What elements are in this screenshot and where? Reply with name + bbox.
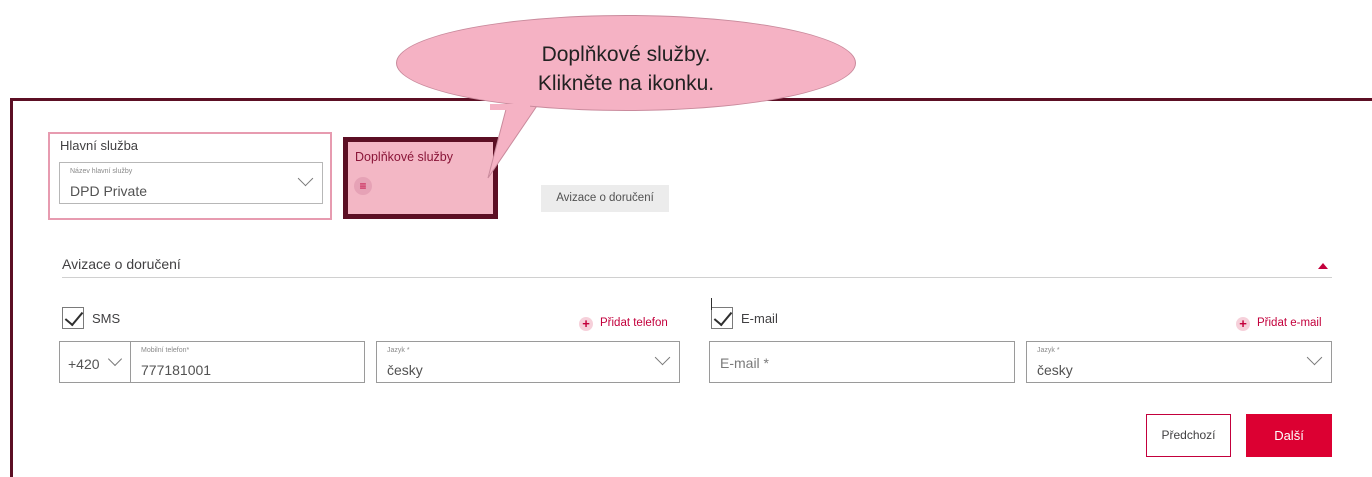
add-phone-link[interactable]: Přidat telefon xyxy=(600,317,668,329)
prefix-divider xyxy=(130,342,131,382)
language-value: česky xyxy=(387,362,423,378)
email-checkbox[interactable] xyxy=(711,306,733,329)
main-service-value: DPD Private xyxy=(70,183,148,199)
menu-icon[interactable]: ≡ xyxy=(354,177,372,195)
collapse-arrow-icon[interactable] xyxy=(1318,263,1328,269)
main-service-select[interactable]: Název hlavní služby DPD Private xyxy=(59,162,323,204)
language-label: Jazyk * xyxy=(387,347,410,354)
add-email-link[interactable]: Přidat e-mail xyxy=(1257,317,1322,329)
email-label: E-mail xyxy=(741,311,778,326)
phone-input[interactable]: 777181001 xyxy=(141,362,211,378)
email-language-select[interactable]: Jazyk * česky xyxy=(1026,341,1332,383)
callout-bubble: Doplňkové služby. Klikněte na ikonku. xyxy=(396,15,856,111)
callout-line-1: Doplňkové služby. xyxy=(541,43,711,66)
next-button[interactable]: Další xyxy=(1246,414,1332,457)
sms-checkbox[interactable] xyxy=(62,306,84,329)
plus-icon[interactable]: + xyxy=(1236,317,1250,331)
section-divider xyxy=(62,277,1332,278)
language-label: Jazyk * xyxy=(1037,347,1060,354)
callout-pointer-cover xyxy=(490,104,530,110)
main-service-title: Hlavní služba xyxy=(60,138,139,153)
chevron-down-icon xyxy=(297,170,314,187)
email-placeholder: E-mail * xyxy=(720,355,770,371)
chevron-down-icon xyxy=(1306,349,1323,366)
tab-delivery-notification[interactable]: Avizace o doručení xyxy=(541,185,669,212)
chevron-down-icon[interactable] xyxy=(107,351,123,367)
chevron-down-icon xyxy=(654,349,671,366)
email-input[interactable]: E-mail * xyxy=(709,341,1015,383)
callout-line-2: Klikněte na ikonku. xyxy=(537,72,715,95)
section-title: Avizace o doručení xyxy=(62,256,181,272)
plus-icon[interactable]: + xyxy=(579,317,593,331)
main-service-field-label: Název hlavní služby xyxy=(70,168,133,175)
phone-field: +420 Mobilní telefon* 777181001 xyxy=(59,341,365,383)
previous-button[interactable]: Předchozí xyxy=(1146,414,1231,457)
text-cursor xyxy=(711,298,712,310)
phone-prefix[interactable]: +420 xyxy=(68,356,100,372)
sms-label: SMS xyxy=(92,311,121,326)
checkmark-icon xyxy=(713,306,733,327)
phone-field-label: Mobilní telefon* xyxy=(141,347,190,354)
additional-services-title: Doplňkové služby xyxy=(355,150,453,164)
language-value: česky xyxy=(1037,362,1073,378)
checkmark-icon xyxy=(64,306,84,327)
sms-language-select[interactable]: Jazyk * česky xyxy=(376,341,680,383)
